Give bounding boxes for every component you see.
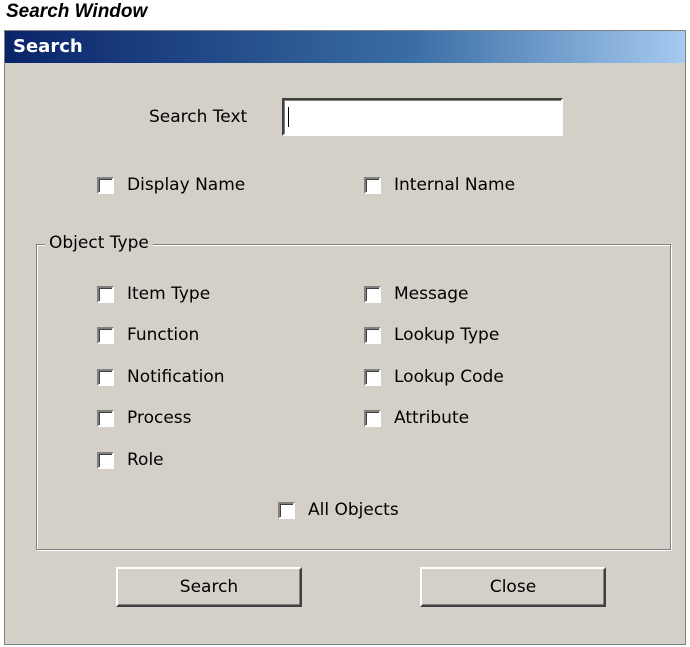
display-name-label: Display Name <box>127 175 246 195</box>
all-objects-label: All Objects <box>308 500 399 520</box>
lookup-type-label: Lookup Type <box>394 325 500 345</box>
checkbox-box[interactable] <box>97 368 114 386</box>
title-bar: Search <box>5 31 685 63</box>
object-type-legend: Object Type <box>45 233 153 253</box>
function-checkbox[interactable]: Function <box>97 325 199 345</box>
role-label: Role <box>127 450 164 470</box>
checkbox-box[interactable] <box>97 326 114 344</box>
checkbox-box[interactable] <box>364 368 381 386</box>
checkbox-box[interactable] <box>97 451 114 469</box>
lookup-code-checkbox[interactable]: Lookup Code <box>364 367 504 387</box>
message-label: Message <box>394 284 469 304</box>
attribute-label: Attribute <box>394 408 470 428</box>
checkbox-box[interactable] <box>364 285 381 303</box>
checkbox-box[interactable] <box>97 409 114 427</box>
function-label: Function <box>127 325 200 345</box>
lookup-type-checkbox[interactable]: Lookup Type <box>364 325 499 345</box>
search-dialog: Search Search Text Display Name Internal… <box>4 30 686 645</box>
display-name-checkbox[interactable]: Display Name <box>97 175 245 195</box>
notification-checkbox[interactable]: Notification <box>97 367 225 387</box>
role-checkbox[interactable]: Role <box>97 450 164 470</box>
internal-name-checkbox[interactable]: Internal Name <box>364 175 515 195</box>
all-objects-checkbox[interactable]: All Objects <box>278 500 399 520</box>
item-type-checkbox[interactable]: Item Type <box>97 284 210 304</box>
attribute-checkbox[interactable]: Attribute <box>364 408 469 428</box>
process-checkbox[interactable]: Process <box>97 408 192 428</box>
process-label: Process <box>127 408 192 428</box>
lookup-code-label: Lookup Code <box>394 367 504 387</box>
search-text-label: Search Text <box>149 107 248 127</box>
checkbox-box[interactable] <box>364 409 381 427</box>
internal-name-label: Internal Name <box>394 175 516 195</box>
checkbox-box[interactable] <box>364 176 381 194</box>
search-button[interactable]: Search <box>116 567 302 607</box>
checkbox-box[interactable] <box>278 501 295 519</box>
checkbox-box[interactable] <box>97 176 114 194</box>
text-caret <box>288 107 289 127</box>
message-checkbox[interactable]: Message <box>364 284 469 304</box>
figure-caption: Search Window <box>6 1 148 22</box>
item-type-label: Item Type <box>127 284 211 304</box>
window-title: Search <box>13 36 83 57</box>
checkbox-box[interactable] <box>364 326 381 344</box>
checkbox-box[interactable] <box>97 285 114 303</box>
notification-label: Notification <box>127 367 225 387</box>
search-text-input[interactable] <box>282 98 563 136</box>
close-button[interactable]: Close <box>420 567 606 607</box>
